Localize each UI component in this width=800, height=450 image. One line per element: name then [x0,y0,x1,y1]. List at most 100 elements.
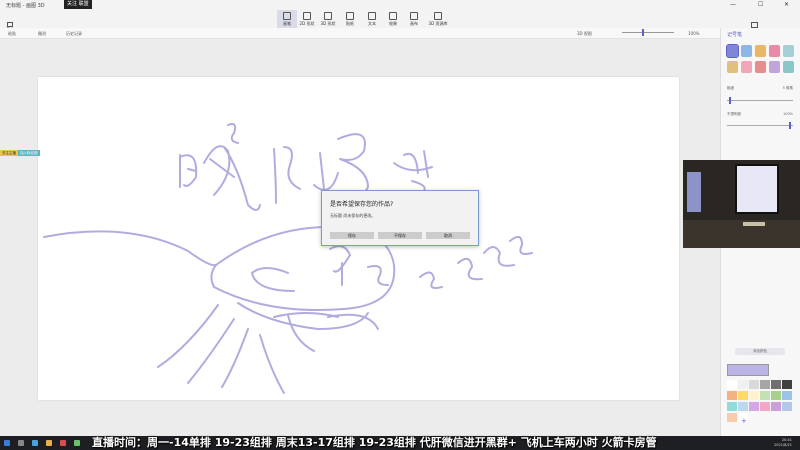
stroke [251,267,295,292]
add-color-button[interactable]: 添加颜色 [735,348,785,355]
zoom-slider[interactable] [622,32,674,33]
tool-stickers[interactable]: 贴纸 [340,10,360,28]
undo-button[interactable]: 撤消 [38,31,46,37]
folder-icon[interactable] [46,440,52,446]
recording-badge: 关注 联盟 [64,0,92,9]
marker-brush-icon[interactable] [726,44,739,58]
color-swatch[interactable] [782,380,792,389]
add-custom-color-icon[interactable]: + [741,417,747,425]
fan-club-chip: 加入粉丝团 [18,150,40,156]
tool-label: 3D 形状 [320,21,336,26]
color-swatch[interactable] [727,413,737,422]
tool-2d-shapes[interactable]: 2D 形状 [297,10,317,28]
start-icon[interactable] [4,440,10,446]
stroke [273,312,339,352]
color-swatch[interactable] [727,391,737,400]
window-title: 无标题 - 画图 3D [6,3,45,9]
tool-brushes[interactable]: 画笔 [277,10,297,29]
save-button[interactable]: 保存 [330,232,374,239]
color-swatch[interactable] [749,402,759,411]
effects-icon [389,12,397,20]
color-swatch[interactable] [738,402,748,411]
history-button[interactable]: 历史记录 [66,31,82,37]
color-swatch[interactable] [760,402,770,411]
stroke [419,271,443,289]
app-icon[interactable] [74,440,80,446]
color-swatch[interactable] [771,380,781,389]
add-color-label: 添加颜色 [753,349,767,353]
zoom-level: 100% [688,31,700,36]
oil-brush-icon[interactable] [755,45,766,57]
tool-effects[interactable]: 效果 [383,10,403,28]
save-dialog: 是否希望保存您的作品? 无标题 尚未保存的更改。 保存 不保存 取消 [321,190,479,246]
stroke [457,257,483,281]
stroke [179,154,198,188]
tool-text[interactable]: 文本 [362,10,382,28]
color-swatch[interactable] [760,391,770,400]
stroke [237,302,369,330]
thickness-value[interactable]: 5 像素 [783,86,793,91]
brush-icon [283,12,291,20]
color-swatch[interactable] [782,402,792,411]
color-swatch[interactable] [782,391,792,400]
pencil-icon[interactable] [727,61,738,73]
follow-chip: 关注主播 [0,150,18,156]
minimize-button[interactable]: — [730,1,736,8]
title-bar: 无标题 - 画图 3D 关注 联盟 — ☐ ✕ [0,0,800,10]
current-color-swatch[interactable] [727,364,769,376]
stroke [227,123,239,144]
action-bar: 粘贴 撤消 历史记录 3D 视图 100% [0,28,720,39]
tool-canvas[interactable]: 画布 [404,10,424,28]
color-swatch[interactable] [771,402,781,411]
color-swatch[interactable] [738,391,748,400]
calligraphy-pen-icon[interactable] [741,45,752,57]
tool-3d-shapes[interactable]: 3D 形状 [318,10,338,28]
opacity-label: 不透明度 [727,112,741,116]
spray-can-icon[interactable] [769,61,780,73]
tool-3d-library[interactable]: 3D 资源库 [426,10,450,28]
thickness-slider[interactable] [727,97,793,104]
stream-ticker: 直播时间：周一-14单排 19-23组排 周末13-17组排 19-23组排 代… [92,436,657,449]
dont-save-button[interactable]: 不保存 [378,232,422,239]
stroke [483,246,515,267]
tool-label: 画布 [410,21,418,26]
color-swatch[interactable] [738,380,748,389]
color-swatch[interactable] [771,391,781,400]
paste-button[interactable]: 粘贴 [8,31,16,37]
canvas-icon [410,12,418,20]
view-3d-toggle[interactable]: 3D 视图 [577,31,592,37]
fill-icon[interactable] [783,61,794,73]
watercolor-icon[interactable] [769,45,780,57]
webcam-monitor-left [687,172,701,212]
edge-icon[interactable] [32,440,38,446]
stroke [43,230,217,267]
close-button[interactable]: ✕ [784,1,789,8]
text-icon [368,12,376,20]
color-swatch[interactable] [727,402,737,411]
app-icon[interactable] [60,440,66,446]
cancel-button[interactable]: 取消 [426,232,470,239]
shape-2d-icon [303,12,311,20]
stroke [393,150,433,196]
stroke [337,133,369,198]
opacity-slider[interactable] [727,122,793,129]
stream-overlay-chip: 关注主播 加入粉丝团 [0,150,40,156]
color-swatch[interactable] [749,380,759,389]
opacity-slider-thumb[interactable] [789,122,792,129]
color-swatch[interactable] [749,391,759,400]
webcam-light [743,222,765,226]
sticker-icon [346,12,354,20]
pixel-pen-icon[interactable] [783,45,794,57]
taskbar-clock[interactable]: 20:41 2021/8/21 [774,438,792,448]
tool-label: 效果 [389,21,397,26]
crayon-icon[interactable] [755,61,766,73]
maximize-button[interactable]: ☐ [758,1,763,8]
thickness-slider-thumb[interactable] [728,97,731,104]
search-icon[interactable] [18,440,24,446]
opacity-value[interactable]: 100% [783,112,793,116]
dialog-title: 是否希望保存您的作品? [330,201,394,208]
color-swatch[interactable] [760,380,770,389]
color-swatch[interactable] [727,380,737,389]
eraser-icon[interactable] [741,61,752,73]
zoom-slider-thumb[interactable] [642,29,644,36]
